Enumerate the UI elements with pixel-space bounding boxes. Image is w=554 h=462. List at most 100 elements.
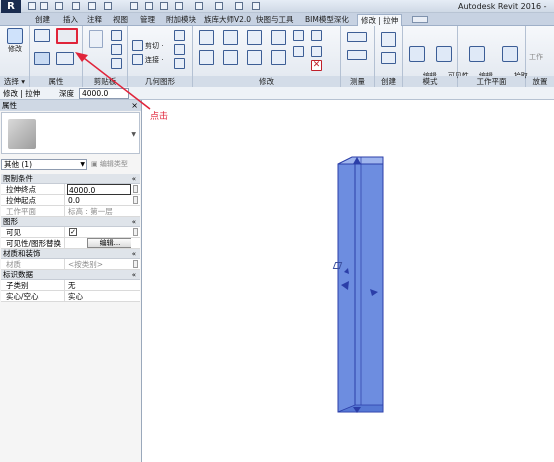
solid-void-value[interactable]: 实心 bbox=[67, 291, 131, 302]
scale-icon[interactable] bbox=[311, 46, 322, 57]
save-icon[interactable] bbox=[40, 2, 48, 10]
section-constraints[interactable]: 限制条件 « bbox=[1, 174, 140, 184]
tag-icon[interactable] bbox=[160, 2, 168, 10]
minimize-ribbon-icon[interactable] bbox=[412, 16, 428, 23]
drawing-canvas[interactable] bbox=[143, 100, 554, 462]
print-icon[interactable] bbox=[104, 2, 112, 10]
tab-create[interactable]: 创建 bbox=[32, 14, 53, 26]
subcategory-value[interactable]: 无 bbox=[67, 280, 131, 291]
type-properties-icon[interactable] bbox=[56, 52, 74, 65]
paste-icon[interactable] bbox=[89, 30, 103, 48]
chevron-down-icon[interactable]: ▼ bbox=[131, 131, 136, 138]
section-icon[interactable] bbox=[215, 2, 223, 10]
open-icon[interactable] bbox=[28, 2, 36, 10]
tab-bim-detailing[interactable]: BIM模型深化 bbox=[302, 14, 352, 26]
create-group-icon[interactable] bbox=[381, 52, 396, 64]
match-properties-icon[interactable] bbox=[111, 58, 122, 69]
app-menu-button[interactable]: R bbox=[1, 0, 21, 13]
table-row: 可见性/图形替换 编辑... bbox=[1, 238, 140, 249]
demolish-icon[interactable] bbox=[174, 58, 185, 69]
tab-modify-extrusion[interactable]: 修改 | 拉伸 bbox=[357, 14, 403, 26]
pick-new-icon bbox=[502, 46, 518, 62]
cut-icon[interactable] bbox=[111, 30, 122, 41]
dimension-icon[interactable] bbox=[145, 2, 153, 10]
aligned-dimension-icon[interactable] bbox=[347, 50, 367, 60]
title-bar: R Autodesk Revit 2016 - bbox=[0, 0, 554, 13]
tab-addins[interactable]: 附加模块 bbox=[163, 14, 199, 26]
cut-geometry-icon[interactable] bbox=[132, 40, 143, 51]
pin-icon[interactable] bbox=[311, 30, 322, 41]
window-title: Autodesk Revit 2016 - bbox=[458, 2, 547, 11]
delete-icon[interactable]: ✕ bbox=[311, 60, 322, 71]
extrusion-start-input[interactable]: 0.0 bbox=[67, 195, 131, 206]
section-graphics[interactable]: 图形 « bbox=[1, 217, 140, 227]
move-icon[interactable] bbox=[199, 50, 214, 65]
create-similar-icon[interactable] bbox=[381, 32, 396, 47]
type-selector[interactable]: ▼ bbox=[1, 112, 140, 154]
modify-button[interactable]: 修改 bbox=[3, 28, 27, 54]
tab-view[interactable]: 视图 bbox=[110, 14, 131, 26]
properties-panel: 属性 bbox=[30, 26, 83, 87]
array-icon[interactable] bbox=[293, 46, 304, 57]
copy-element-icon[interactable] bbox=[223, 50, 238, 65]
mirror-axis-icon[interactable] bbox=[247, 30, 262, 45]
tab-manage[interactable]: 管理 bbox=[137, 14, 158, 26]
associate-parameter-icon[interactable] bbox=[133, 185, 138, 193]
measure-distance-icon[interactable] bbox=[347, 32, 367, 42]
param-name: 可见性/图形替换 bbox=[1, 238, 65, 249]
sync-icon[interactable] bbox=[55, 2, 63, 10]
section-materials[interactable]: 材质和装饰 « bbox=[1, 249, 140, 259]
visible-checkbox[interactable]: ✓ bbox=[69, 228, 77, 236]
mirror-draw-icon[interactable] bbox=[271, 30, 286, 45]
split-icon[interactable] bbox=[293, 30, 304, 41]
modify-button-label: 修改 bbox=[8, 45, 22, 53]
work-label[interactable]: 工作 bbox=[529, 52, 543, 62]
properties-icon[interactable] bbox=[34, 52, 50, 65]
associate-parameter-icon[interactable] bbox=[133, 228, 138, 236]
element-filter-value: 其他 (1) bbox=[4, 160, 33, 169]
depth-input[interactable]: 4000.0 bbox=[79, 88, 129, 99]
clipboard-panel-title: 剪贴板 bbox=[83, 76, 127, 87]
close-icon[interactable]: × bbox=[131, 100, 138, 111]
geometry-panel: 剪切 · 连接 · 几何图形 bbox=[128, 26, 193, 87]
redo-icon[interactable] bbox=[88, 2, 96, 10]
offset-icon[interactable] bbox=[223, 30, 238, 45]
select-panel-title[interactable]: 选择 ▾ bbox=[0, 76, 29, 87]
properties-header: 属性 × bbox=[0, 100, 141, 111]
join-geometry-label[interactable]: 连接 · bbox=[145, 55, 163, 65]
tab-quick-tools[interactable]: 快图与工具 bbox=[253, 14, 297, 26]
close-hidden-icon[interactable] bbox=[235, 2, 243, 10]
tab-annotate[interactable]: 注释 bbox=[84, 14, 105, 26]
extrusion-end-input[interactable]: 4000.0 bbox=[67, 184, 131, 195]
rotate-icon[interactable] bbox=[247, 50, 262, 65]
edit-extrusion-icon bbox=[409, 46, 425, 62]
section-identity[interactable]: 标识数据 « bbox=[1, 270, 140, 280]
associate-parameter-icon[interactable] bbox=[133, 196, 138, 204]
copy-icon[interactable] bbox=[111, 44, 122, 55]
trim-icon[interactable] bbox=[271, 50, 286, 65]
undo-icon[interactable] bbox=[72, 2, 80, 10]
visibility-edit-button[interactable]: 编辑... bbox=[87, 238, 131, 248]
visibility-settings-icon bbox=[435, 46, 452, 62]
join-geometry-icon[interactable] bbox=[132, 54, 143, 65]
family-types-icon[interactable] bbox=[34, 29, 50, 42]
cut-geometry-label[interactable]: 剪切 · bbox=[145, 41, 163, 51]
family-category-icon[interactable] bbox=[56, 28, 78, 44]
paint-icon[interactable] bbox=[174, 44, 185, 55]
measure-icon[interactable] bbox=[130, 2, 138, 10]
text-icon[interactable] bbox=[175, 2, 183, 10]
element-filter-select[interactable]: 其他 (1) ▼ bbox=[1, 159, 87, 170]
edit-type-button[interactable]: ▣ 编辑类型 bbox=[91, 159, 128, 169]
tab-family-library[interactable]: 族库大师V2.0 bbox=[201, 14, 254, 26]
switch-windows-icon[interactable] bbox=[252, 2, 260, 10]
collapse-icon: « bbox=[131, 218, 136, 226]
align-icon[interactable] bbox=[199, 30, 214, 45]
associate-parameter-icon[interactable] bbox=[133, 260, 138, 268]
properties-palette: 属性 × ▼ 其他 (1) ▼ ▣ 编辑类型 限制条件 « 拉伸终点 4000.… bbox=[0, 100, 142, 462]
place-panel-title: 放置 bbox=[526, 76, 554, 87]
table-row: 工作平面 标高 : 第一层 bbox=[1, 206, 140, 217]
split-face-icon[interactable] bbox=[174, 30, 185, 41]
3d-view-icon[interactable] bbox=[195, 2, 203, 10]
tab-insert[interactable]: 插入 bbox=[60, 14, 81, 26]
material-value[interactable]: <按类别> bbox=[67, 259, 131, 270]
